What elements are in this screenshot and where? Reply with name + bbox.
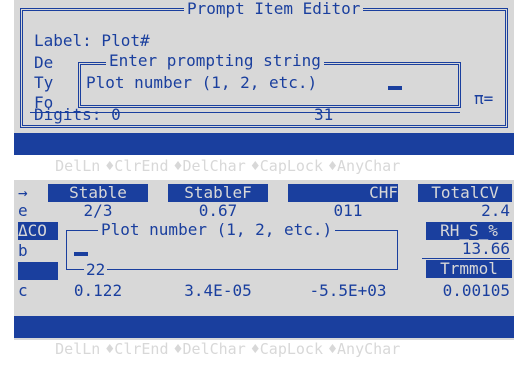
menu-delchar[interactable]: ♦DelChar [169,340,246,358]
value-c-chf: -5.5E+03 [309,281,387,300]
row-label-b: b [18,241,28,260]
menu-caplock[interactable]: ♦CapLock [246,340,323,358]
editor-title: Prompt Item Editor [184,0,364,18]
highlight-cell [18,262,58,280]
menu-delchar[interactable]: ♦DelChar [169,157,246,175]
value-e-stablef: 0.67 [198,201,238,220]
delta-co-label[interactable]: ΔCO [18,222,58,240]
value-e-stable: 2/3 [83,201,113,220]
label-field[interactable]: Label: Plot# [34,32,150,50]
digits-value: 31 [314,105,334,124]
prompt-title: Plot number (1, 2, etc.) [98,221,336,239]
row-label-e: e [18,201,28,220]
prompt-item-editor-screen: Prompt Item Editor Label: Plot# De Ty Fo… [14,0,514,175]
menu-delln[interactable]: DelLn [50,157,100,175]
header-chf[interactable]: CHF [288,184,398,202]
text-cursor [388,86,402,90]
value-c-stable: 0.122 [73,281,123,300]
data-display-screen: → Stable StableF CHF TotalCV e 2/3 0.67 … [14,180,514,358]
description-label: De [34,53,54,72]
digits-label: Digits: 0 [34,105,121,124]
function-key-bar: DelLn ♦ClrEnd ♦DelChar ♦CapLock ♦AnyChar [14,133,514,175]
header-stable[interactable]: Stable [48,184,148,202]
menu-caplock[interactable]: ♦CapLock [246,157,323,175]
function-key-bar: DelLn ♦ClrEnd ♦DelChar ♦CapLock ♦AnyChar [14,316,514,358]
value-c-stablef: 3.4E-05 [184,281,252,300]
prompt-dialog-title: Enter prompting string [106,52,324,70]
menu-clrend[interactable]: ♦ClrEnd [100,157,168,175]
row-label-c: c [18,281,28,300]
prompt-count: 22 [84,260,108,279]
menu-anychar[interactable]: ♦AnyChar [323,340,400,358]
menu-delln[interactable]: DelLn [50,340,100,358]
text-cursor [74,252,88,256]
type-label: Ty [34,73,54,92]
header-totalcv[interactable]: TotalCV [418,184,512,202]
menu-anychar[interactable]: ♦AnyChar [323,157,400,175]
row-arrow-icon: → [18,183,28,202]
menu-clrend[interactable]: ♦ClrEnd [100,340,168,358]
value-e-totalcv: 2.4 [481,201,510,220]
header-stablef[interactable]: StableF [168,184,268,202]
pi-label: π= [474,89,494,108]
value-c-trmmol: 0.00105 [442,281,510,300]
value-e-chf: 011 [333,201,363,220]
header-trmmol[interactable]: Trmmol [426,260,512,278]
prompt-input[interactable]: Plot number (1, 2, etc.) [86,74,317,92]
header-rh-s[interactable]: RH_S_% [426,222,512,240]
value-rh-s: 13.66 [461,239,510,258]
